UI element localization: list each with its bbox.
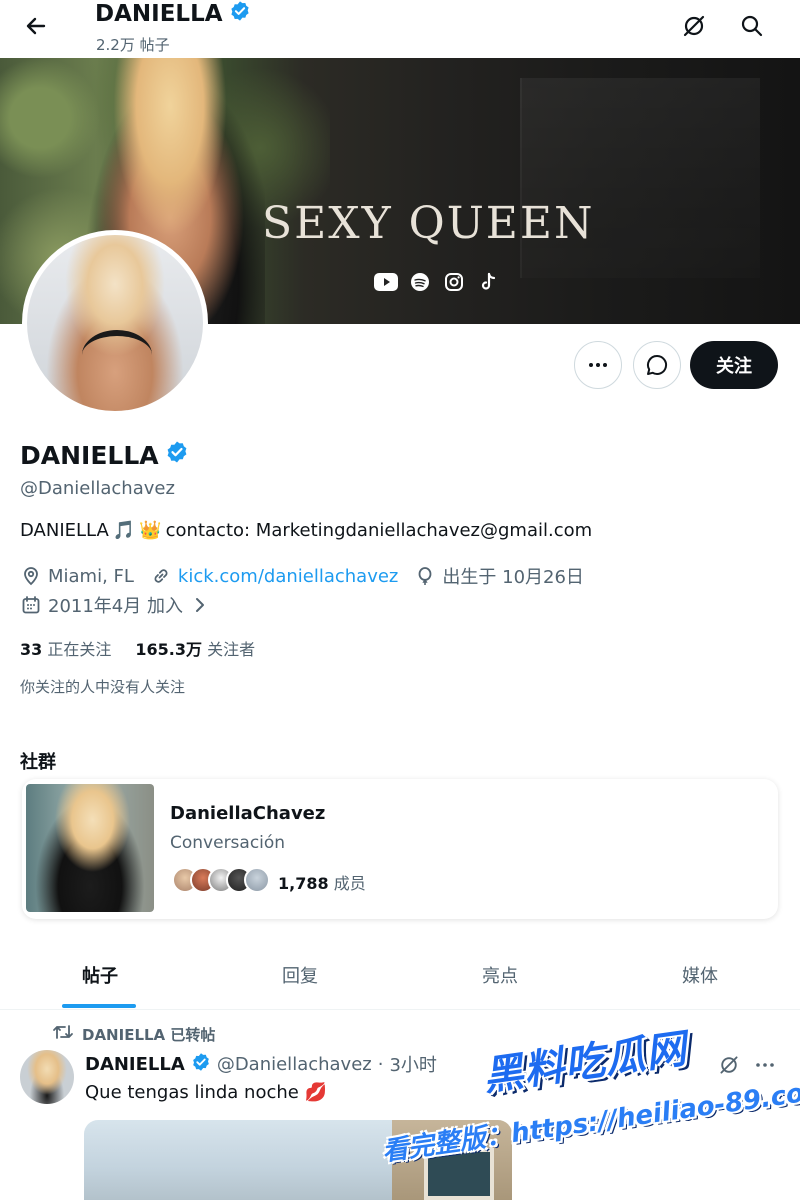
profile-handle: @Daniellachavez [20, 478, 175, 499]
grok-icon[interactable] [714, 1050, 744, 1080]
retweet-label[interactable]: DANIELLA 已转帖 [82, 1024, 215, 1045]
post-author-avatar[interactable] [20, 1050, 74, 1104]
chat-bubble-icon [647, 354, 668, 375]
watermark-title: 黑料吃瓜网 [480, 1025, 690, 1101]
followers-stat[interactable]: 165.3万 关注者 [135, 636, 255, 660]
following-label: 正在关注 [47, 640, 112, 659]
retweet-indicator: DANIELLA 已转帖 [52, 1023, 215, 1045]
balloon-icon [414, 565, 436, 587]
profile-tabs: 帖子 回复 亮点 媒体 [0, 950, 800, 1010]
message-button[interactable] [633, 341, 681, 389]
profile-name-text: DANIELLA [20, 440, 159, 470]
member-avatar [244, 867, 270, 893]
profile-name: DANIELLA [20, 440, 189, 470]
community-section-title: 社群 [20, 752, 56, 773]
profile-joined-row[interactable]: 2011年4月 加入 [20, 592, 211, 618]
header-title: DANIELLA [95, 0, 251, 28]
banner-social-icons [374, 270, 500, 294]
chevron-right-icon [189, 594, 211, 616]
retweet-icon [52, 1023, 74, 1045]
bio-name: DANIELLA [20, 520, 109, 541]
spotify-icon [408, 270, 432, 294]
verified-badge-icon[interactable] [165, 440, 189, 470]
post-separator: · [377, 1053, 384, 1075]
post-author-handle[interactable]: @Daniellachavez [217, 1054, 372, 1075]
follow-button[interactable]: 关注 [690, 341, 778, 389]
tab-posts[interactable]: 帖子 [0, 950, 200, 1009]
profile-location: Miami, FL [48, 565, 134, 587]
profile-website-link[interactable]: kick.com/daniellachavez [178, 566, 398, 587]
profile-avatar[interactable] [22, 230, 208, 416]
profile-stats: 33 正在关注 165.3万 关注者 [20, 636, 255, 660]
community-card[interactable]: DaniellaChavez Conversación 1,788 成员 [22, 779, 778, 919]
banner-text: SEXY QUEEN [262, 198, 595, 249]
verified-badge-icon [191, 1052, 211, 1077]
community-subtitle: Conversación [170, 833, 286, 853]
header-posts-count: 2.2万 帖子 [96, 36, 170, 54]
link-icon [150, 565, 172, 587]
tab-replies[interactable]: 回复 [200, 950, 400, 1009]
search-icon[interactable] [734, 8, 770, 44]
back-arrow-icon[interactable] [18, 8, 54, 44]
profile-meta-row: Miami, FL kick.com/daniellachavez 出生于 10… [20, 563, 584, 589]
grok-icon[interactable] [676, 8, 712, 44]
tab-media[interactable]: 媒体 [600, 950, 800, 1009]
bio-contact: contacto: Marketingdaniellachavez@gmail.… [165, 520, 593, 541]
verified-badge-icon [229, 0, 251, 28]
post-body: Que tengas linda noche [85, 1082, 299, 1103]
more-dots-icon [589, 363, 607, 367]
following-stat[interactable]: 33 正在关注 [20, 636, 111, 660]
post-author-name[interactable]: DANIELLA [85, 1054, 185, 1075]
profile-bio: DANIELLA 🎵 👑 contacto: Marketingdaniella… [20, 520, 592, 541]
youtube-icon [374, 270, 398, 294]
more-options-button[interactable] [574, 341, 622, 389]
avatar-detail [82, 330, 152, 380]
community-member-avatars [172, 867, 270, 893]
top-bar: DANIELLA 2.2万 帖子 [0, 0, 800, 58]
post-time[interactable]: 3小时 [389, 1051, 436, 1077]
community-members: 1,788 成员 [278, 870, 366, 894]
post-header: DANIELLA @Daniellachavez · 3小时 [85, 1051, 437, 1077]
community-members-label: 成员 [333, 874, 366, 893]
profile-birthday: 出生于 10月26日 [442, 567, 584, 588]
community-members-count: 1,788 [278, 874, 329, 893]
community-name: DaniellaChavez [170, 803, 326, 824]
tab-highlights[interactable]: 亮点 [400, 950, 600, 1009]
community-image [26, 784, 154, 912]
bio-emoji-music: 🎵 [112, 520, 136, 541]
tiktok-icon [476, 270, 500, 294]
mutual-followers-notice: 你关注的人中没有人关注 [20, 678, 186, 696]
post-text: Que tengas linda noche 💋 [85, 1082, 327, 1103]
post-emoji: 💋 [304, 1082, 328, 1103]
following-count: 33 [20, 640, 43, 659]
header-name: DANIELLA [95, 1, 223, 27]
profile-joined: 2011年4月 加入 [48, 596, 183, 617]
location-pin-icon [20, 565, 42, 587]
instagram-icon [442, 270, 466, 294]
followers-label: 关注者 [207, 640, 256, 659]
bio-emoji-crown: 👑 [139, 520, 162, 541]
followers-count: 165.3万 [135, 640, 202, 659]
calendar-icon [20, 594, 42, 616]
